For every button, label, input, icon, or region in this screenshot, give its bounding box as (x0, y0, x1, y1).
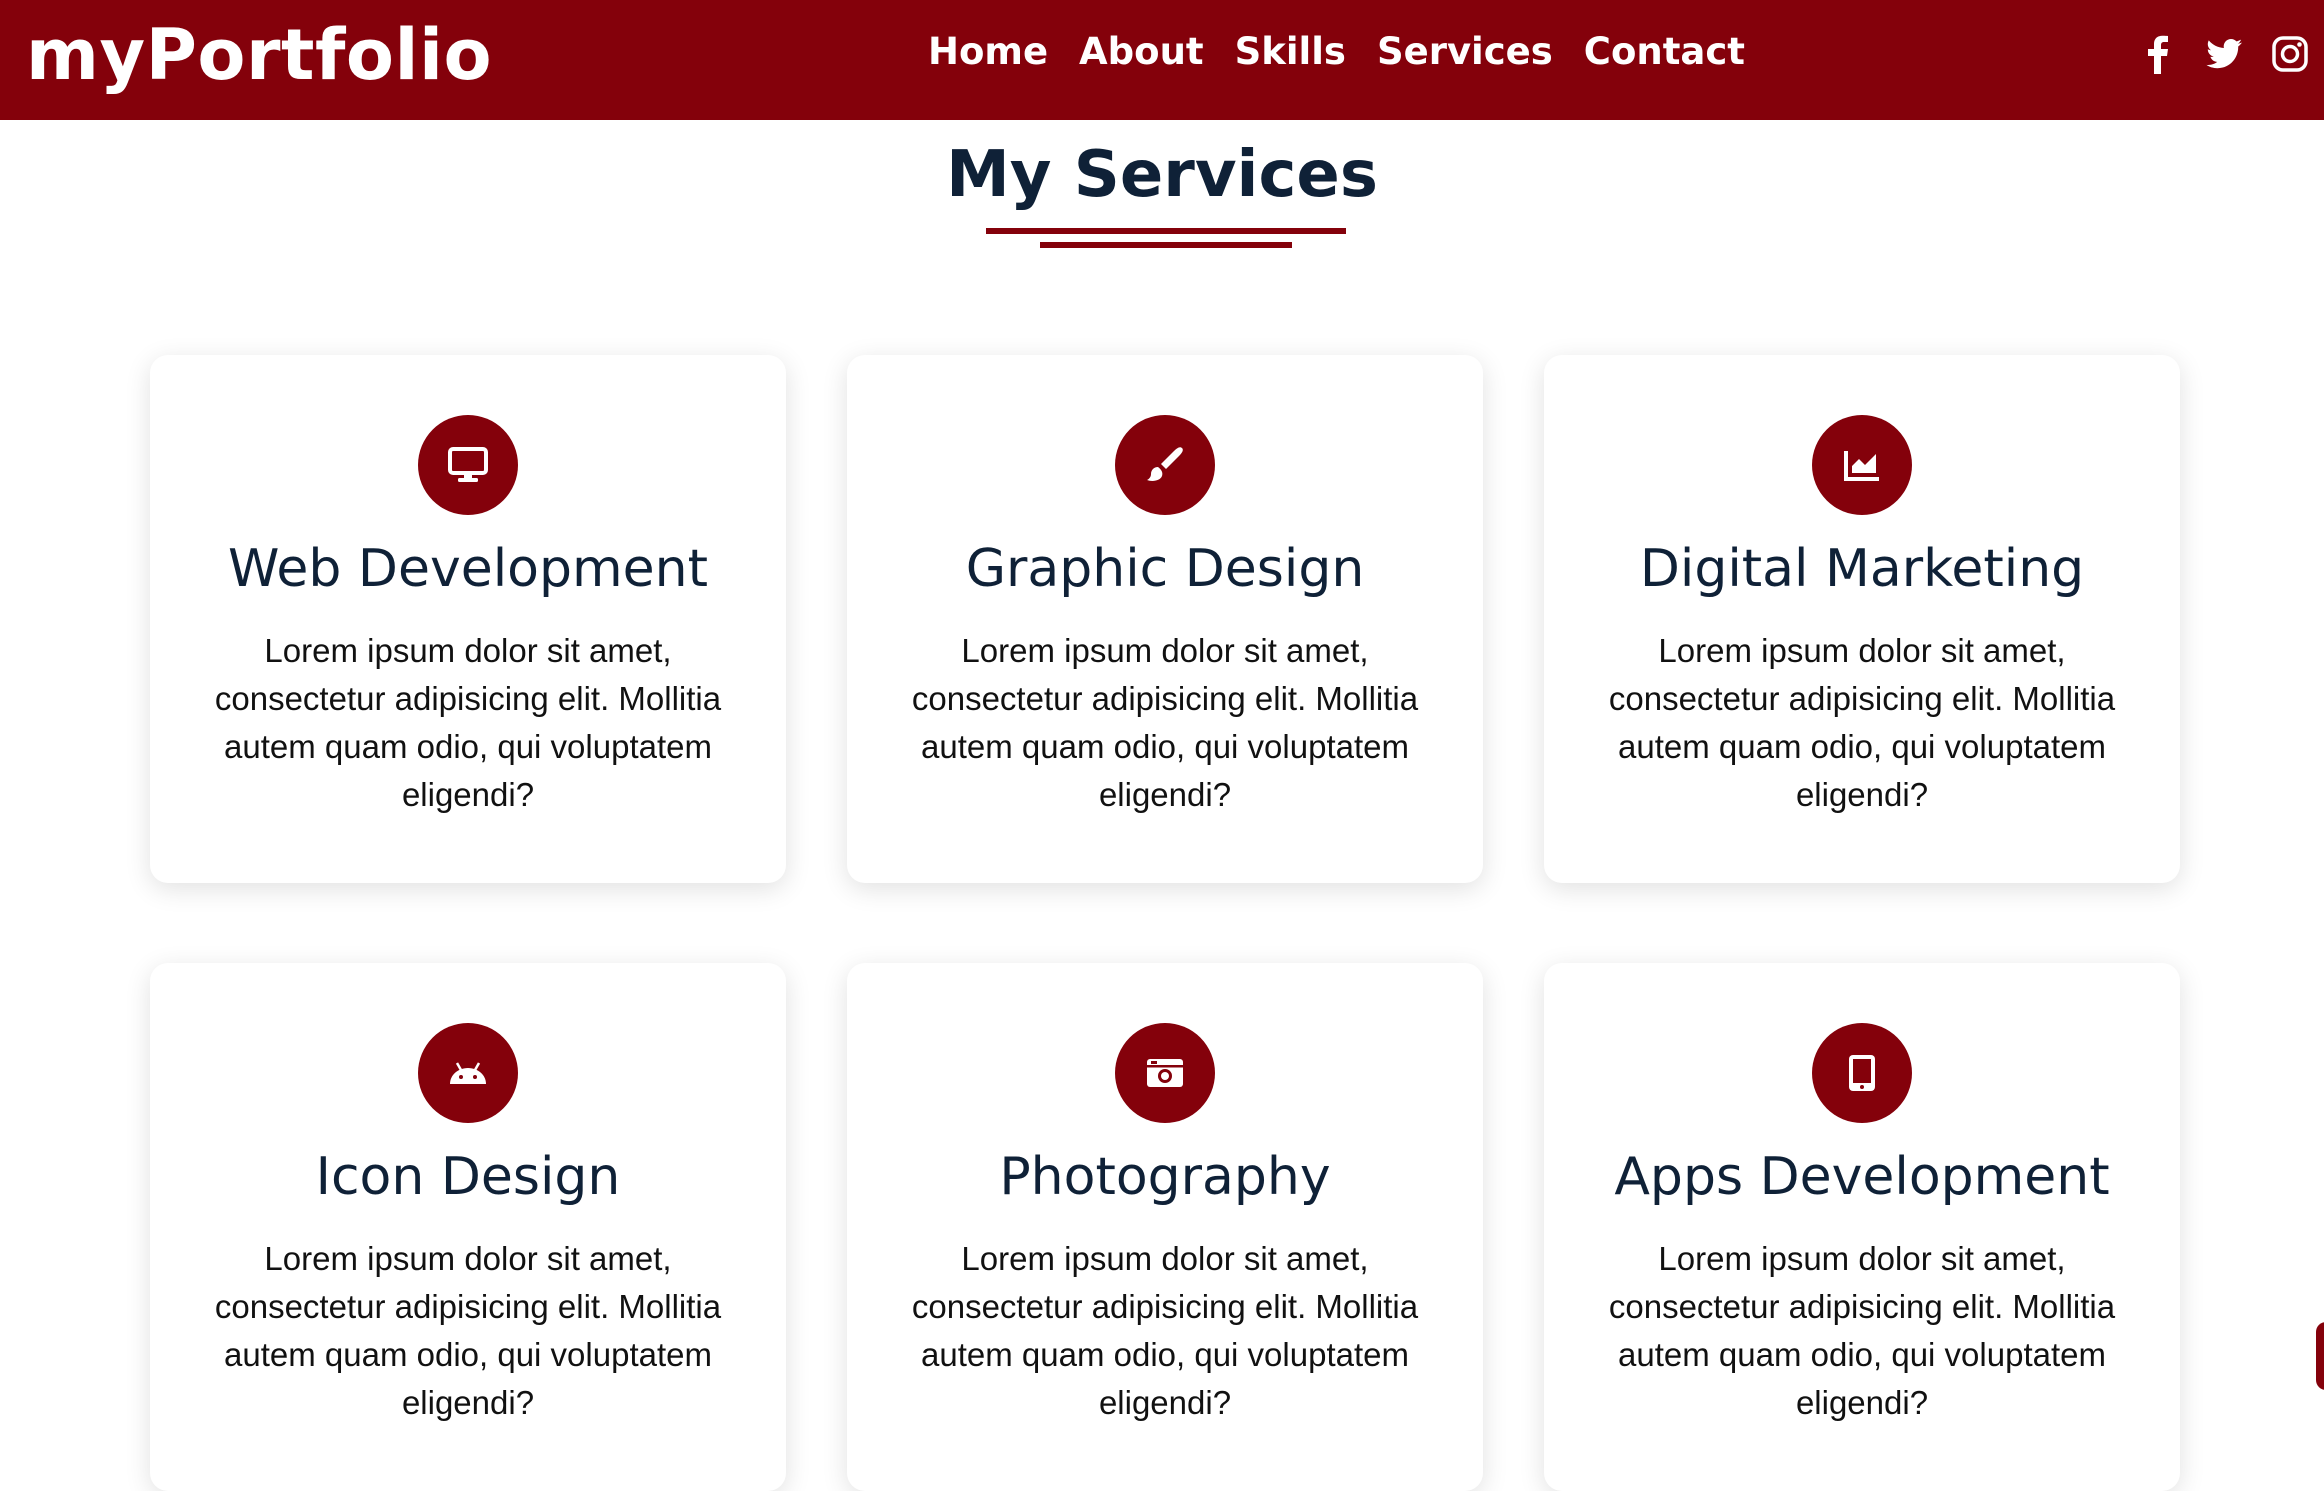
service-description: Lorem ipsum dolor sit amet, consectetur … (911, 632, 1419, 813)
service-description: Lorem ipsum dolor sit amet, consectetur … (911, 1240, 1419, 1421)
social-links (2138, 34, 2310, 74)
service-title: Digital Marketing (1639, 539, 2085, 599)
icon-circle (418, 415, 518, 515)
desktop-icon (448, 447, 488, 482)
twitter-icon[interactable] (2204, 34, 2244, 74)
chart-area-icon (1844, 451, 1879, 481)
service-title: Photography (999, 1147, 1331, 1207)
site-logo[interactable]: myPortfolio (26, 14, 492, 96)
facebook-icon[interactable] (2138, 34, 2178, 74)
icon-circle (1812, 1023, 1912, 1123)
nav-link-skills[interactable]: Skills (1235, 30, 1346, 80)
service-card: Icon Design Lorem ipsum dolor sit amet, … (150, 963, 786, 1491)
android-icon (450, 1062, 486, 1084)
service-card: Photography Lorem ipsum dolor sit amet, … (847, 963, 1483, 1491)
service-card: Digital Marketing Lorem ipsum dolor sit … (1544, 355, 2180, 883)
navbar: myPortfolio Home About Skills Services C… (0, 0, 2324, 120)
nav-link-about[interactable]: About (1079, 30, 1204, 80)
service-title: Apps Development (1614, 1147, 2110, 1207)
icon-circle (1812, 415, 1912, 515)
service-description: Lorem ipsum dolor sit amet, consectetur … (214, 1240, 722, 1421)
nav-link-contact[interactable]: Contact (1584, 30, 1745, 80)
nav-link-services[interactable]: Services (1377, 30, 1553, 80)
title-underline (986, 228, 1346, 234)
title-underline-short (1040, 242, 1292, 248)
service-card: Graphic Design Lorem ipsum dolor sit ame… (847, 355, 1483, 883)
nav-link-home[interactable]: Home (928, 30, 1048, 80)
main-menu: Home About Skills Services Contact (928, 30, 1745, 80)
paint-brush-icon (1147, 447, 1183, 481)
scroll-to-top-tab[interactable] (2316, 1322, 2324, 1390)
icon-circle (1115, 415, 1215, 515)
icon-circle (418, 1023, 518, 1123)
camera-retro-icon (1147, 1059, 1183, 1087)
instagram-icon[interactable] (2270, 34, 2310, 74)
service-description: Lorem ipsum dolor sit amet, consectetur … (214, 632, 722, 813)
service-card: Web Development Lorem ipsum dolor sit am… (150, 355, 786, 883)
service-title: Web Development (228, 539, 708, 599)
service-title: Icon Design (315, 1147, 621, 1207)
tablet-icon (1849, 1055, 1875, 1091)
service-title: Graphic Design (965, 539, 1365, 599)
service-description: Lorem ipsum dolor sit amet, consectetur … (1608, 632, 2116, 813)
service-card: Apps Development Lorem ipsum dolor sit a… (1544, 963, 2180, 1491)
section-title: My Services (946, 138, 1378, 212)
service-description: Lorem ipsum dolor sit amet, consectetur … (1608, 1240, 2116, 1421)
icon-circle (1115, 1023, 1215, 1123)
